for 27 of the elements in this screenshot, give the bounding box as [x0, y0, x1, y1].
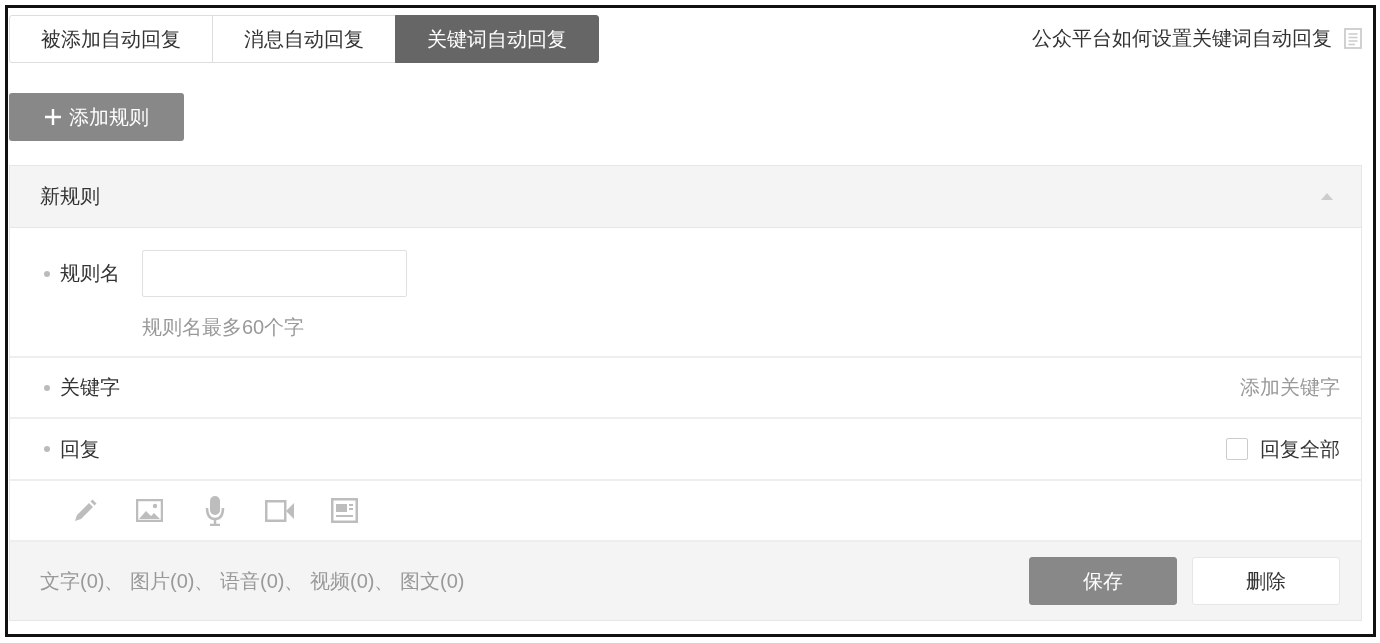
- rule-name-input[interactable]: [142, 250, 407, 297]
- tab[interactable]: 关键词自动回复: [395, 15, 599, 63]
- reply-summary: 文字(0)、 图片(0)、 语音(0)、 视频(0)、 图文(0): [40, 568, 465, 594]
- checkbox-label: 回复全部: [1260, 436, 1340, 462]
- save-button[interactable]: 保存: [1029, 557, 1177, 605]
- checkbox[interactable]: [1226, 438, 1248, 460]
- plus-icon: [44, 109, 61, 125]
- pencil-icon[interactable]: [72, 498, 97, 523]
- image-icon[interactable]: [136, 499, 163, 522]
- bullet-icon: [44, 270, 50, 277]
- help-link[interactable]: 公众平台如何设置关键词自动回复: [1032, 25, 1332, 52]
- bullet-icon: [44, 384, 50, 391]
- article-icon[interactable]: [331, 498, 358, 523]
- video-camera-icon[interactable]: [264, 499, 295, 522]
- field-label: 回复: [60, 436, 100, 462]
- panel-title: 新规则: [40, 184, 100, 209]
- add-rule-button[interactable]: 添加规则: [9, 93, 184, 141]
- tab[interactable]: 被添加自动回复: [9, 15, 213, 63]
- bullet-icon: [44, 446, 50, 452]
- field-label: 规则名: [60, 261, 120, 286]
- delete-button[interactable]: 删除: [1192, 557, 1340, 605]
- tab[interactable]: 消息自动回复: [212, 15, 396, 63]
- document-icon[interactable]: [1344, 28, 1362, 49]
- microphone-icon[interactable]: [204, 495, 225, 526]
- field-label: 关键字: [60, 375, 120, 400]
- caret-icon[interactable]: [1321, 193, 1333, 200]
- field-hint: 规则名最多60个字: [142, 315, 305, 340]
